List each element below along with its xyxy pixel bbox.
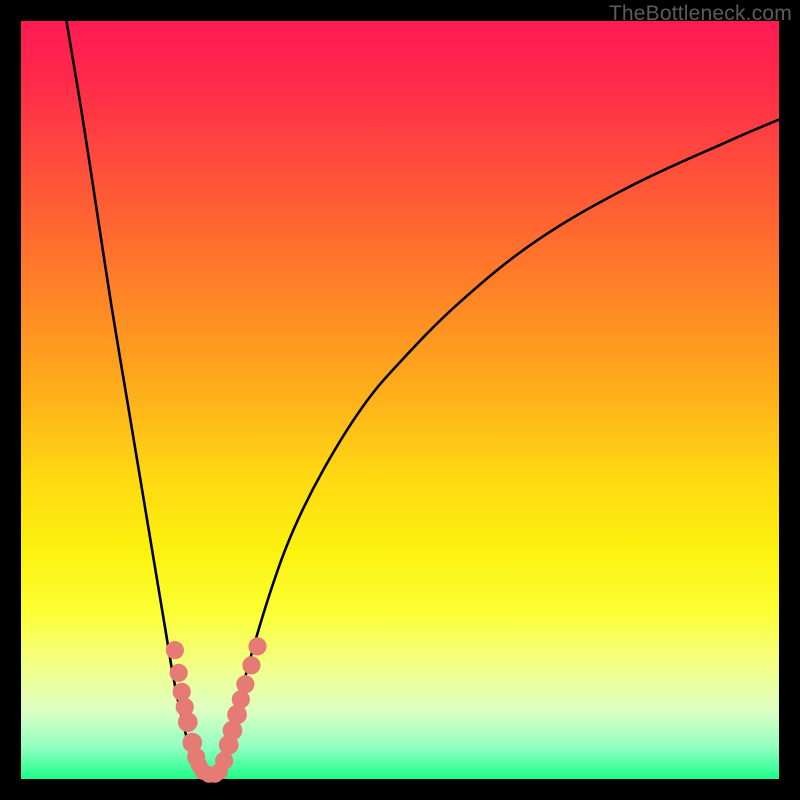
bead-marker: [248, 637, 266, 655]
bead-marker: [236, 675, 254, 693]
bead-marker: [166, 641, 184, 659]
bead-marker: [170, 664, 188, 682]
bead-marker: [173, 683, 191, 701]
bead-marker: [242, 656, 260, 674]
chart-frame: [21, 21, 779, 779]
curve-right: [218, 120, 779, 779]
bead-marker: [178, 712, 198, 732]
watermark-text: TheBottleneck.com: [609, 2, 792, 26]
marker-beads: [166, 637, 267, 783]
chart-svg: [21, 21, 779, 779]
